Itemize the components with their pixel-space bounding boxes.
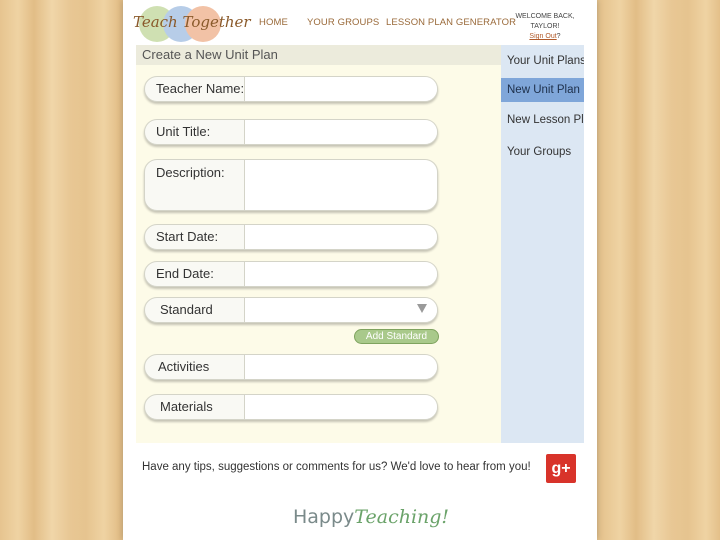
form-title: Create a New Unit Plan xyxy=(136,45,501,65)
description-label: Description: xyxy=(156,165,225,180)
standard-select[interactable] xyxy=(244,298,437,322)
side-item-your-unit-plans[interactable]: Your Unit Plans xyxy=(501,49,584,73)
side-menu: Your Unit Plans New Unit Plan New Lesson… xyxy=(501,45,584,443)
dropdown-arrow-icon[interactable] xyxy=(417,304,427,313)
start-date-field: Start Date: xyxy=(144,224,438,250)
nav-lesson-plan-generator[interactable]: LESSON PLAN GENERATOR xyxy=(386,17,516,28)
happy-text: Happy xyxy=(293,506,355,528)
sign-out-link[interactable]: Sign Out xyxy=(529,33,556,40)
standard-field: Standard xyxy=(144,297,438,323)
side-item-new-lesson-plan[interactable]: New Lesson Plan xyxy=(501,108,584,132)
activities-field: Activities xyxy=(144,354,438,380)
unit-title-input[interactable] xyxy=(244,120,437,144)
standard-label: Standard xyxy=(160,302,213,317)
sign-out-suffix: ? xyxy=(556,33,561,40)
description-field: Description: xyxy=(144,159,438,211)
teacher-name-input[interactable] xyxy=(244,77,437,101)
materials-field: Materials xyxy=(144,394,438,420)
feedback-text: Have any tips, suggestions or comments f… xyxy=(142,461,531,473)
start-date-input[interactable] xyxy=(244,225,437,249)
welcome-block: WELCOME BACK, TAYLOR! Sign Out? xyxy=(503,12,587,42)
teacher-name-label: Teacher Name: xyxy=(156,81,245,96)
start-date-label: Start Date: xyxy=(156,229,219,244)
unit-title-field: Unit Title: xyxy=(144,119,438,145)
teach-together-logo[interactable]: Teach Together xyxy=(133,4,251,42)
description-textarea[interactable] xyxy=(244,160,437,210)
end-date-input[interactable] xyxy=(244,262,437,286)
happy-teaching-logo: HappyTeaching! xyxy=(293,506,449,529)
side-item-your-groups[interactable]: Your Groups xyxy=(501,140,584,164)
page-container: Teach Together HOME YOUR GROUPS LESSON P… xyxy=(123,0,597,540)
side-item-new-unit-plan[interactable]: New Unit Plan xyxy=(501,78,584,102)
google-plus-icon[interactable]: g+ xyxy=(546,454,576,483)
activities-label: Activities xyxy=(158,359,210,374)
teacher-name-field: Teacher Name: xyxy=(144,76,438,102)
nav-home[interactable]: HOME xyxy=(259,17,288,28)
end-date-label: End Date: xyxy=(156,266,214,281)
welcome-text: WELCOME BACK, TAYLOR! xyxy=(515,13,575,30)
activities-input[interactable] xyxy=(244,355,437,379)
teaching-text: Teaching! xyxy=(354,506,450,528)
nav-your-groups[interactable]: YOUR GROUPS xyxy=(307,17,379,28)
materials-input[interactable] xyxy=(244,395,437,419)
unit-plan-form: Create a New Unit Plan Teacher Name: Uni… xyxy=(136,45,501,443)
end-date-field: End Date: xyxy=(144,261,438,287)
materials-label: Materials xyxy=(160,399,213,414)
add-standard-button[interactable]: Add Standard xyxy=(354,329,439,344)
unit-title-label: Unit Title: xyxy=(156,124,211,139)
logo-text: Teach Together xyxy=(133,13,251,31)
